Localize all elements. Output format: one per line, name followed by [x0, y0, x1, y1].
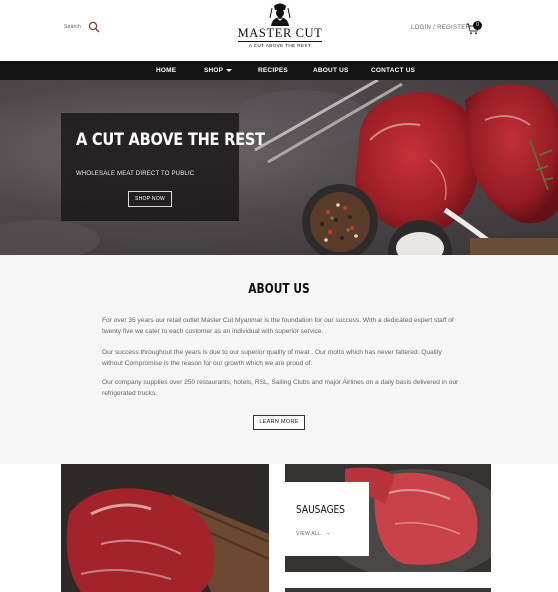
nav-item-recipes[interactable]: RECIPES: [258, 61, 288, 80]
category-title: SAUSAGES: [296, 503, 345, 516]
logo-title: MASTER CUT: [237, 26, 323, 40]
next-product-image[interactable]: [285, 588, 491, 592]
nav-item-label: SHOP: [204, 67, 224, 74]
nav-item-label: CONTACT US: [371, 67, 416, 74]
about-title: ABOUT US: [248, 282, 310, 297]
sausages-category-card[interactable]: SAUSAGES VIEW ALL →: [285, 482, 369, 556]
about-paragraph: Our company supplies over 250 restaurant…: [102, 379, 459, 397]
hero-text-panel: A CUT ABOVE THE REST WHOLESALE MEAT DIRE…: [61, 113, 265, 221]
nav-item-about-us[interactable]: ABOUT US: [313, 61, 349, 80]
nav-item-contact-us[interactable]: CONTACT US: [371, 61, 415, 80]
search-icon[interactable]: [88, 21, 100, 33]
about-paragraph: For over 35 years our retail outlet Mast…: [102, 317, 454, 335]
about-section: ABOUT US For over 35 years our retail ou…: [0, 255, 558, 464]
hero-subtitle: WHOLESALE MEAT DIRECT TO PUBLIC: [76, 171, 195, 177]
nav-item-home[interactable]: HOME: [156, 61, 176, 80]
hero-title: A CUT ABOVE THE REST: [76, 130, 265, 150]
logo-divider: [238, 41, 322, 42]
site-header: Search MASTER CUT A CUT ABOVE THE REST L…: [0, 0, 558, 61]
steak-product-image[interactable]: [61, 464, 269, 592]
learn-more-button[interactable]: LEARN MORE: [253, 415, 305, 430]
nav-item-label: ABOUT US: [313, 67, 349, 74]
about-paragraph: Our success throughout the years is due …: [102, 349, 442, 367]
chevron-down-icon: [226, 68, 233, 72]
login-register-link[interactable]: LOGIN / REGISTER: [411, 25, 470, 31]
site-logo[interactable]: MASTER CUT A CUT ABOVE THE REST: [236, 2, 324, 58]
shop-now-button[interactable]: SHOP NOW: [128, 191, 172, 207]
search-label[interactable]: Search: [64, 24, 81, 30]
view-all-label: VIEW ALL: [296, 531, 322, 537]
search-area[interactable]: Search: [64, 21, 100, 33]
arrow-right-icon: →: [324, 530, 332, 537]
view-all-link[interactable]: VIEW ALL →: [296, 530, 332, 537]
hero-banner: A CUT ABOVE THE REST WHOLESALE MEAT DIRE…: [0, 80, 558, 255]
nav-item-label: HOME: [156, 67, 177, 74]
products-section: SAUSAGES VIEW ALL →: [0, 464, 558, 592]
cart-count-badge: 0: [473, 21, 482, 30]
chef-logo-icon: [269, 3, 291, 26]
main-navigation: HOME SHOP RECIPES ABOUT US CONTACT US: [0, 61, 558, 80]
nav-item-label: RECIPES: [258, 67, 288, 74]
logo-tagline: A CUT ABOVE THE REST: [248, 43, 312, 48]
nav-item-shop[interactable]: SHOP: [204, 61, 233, 80]
